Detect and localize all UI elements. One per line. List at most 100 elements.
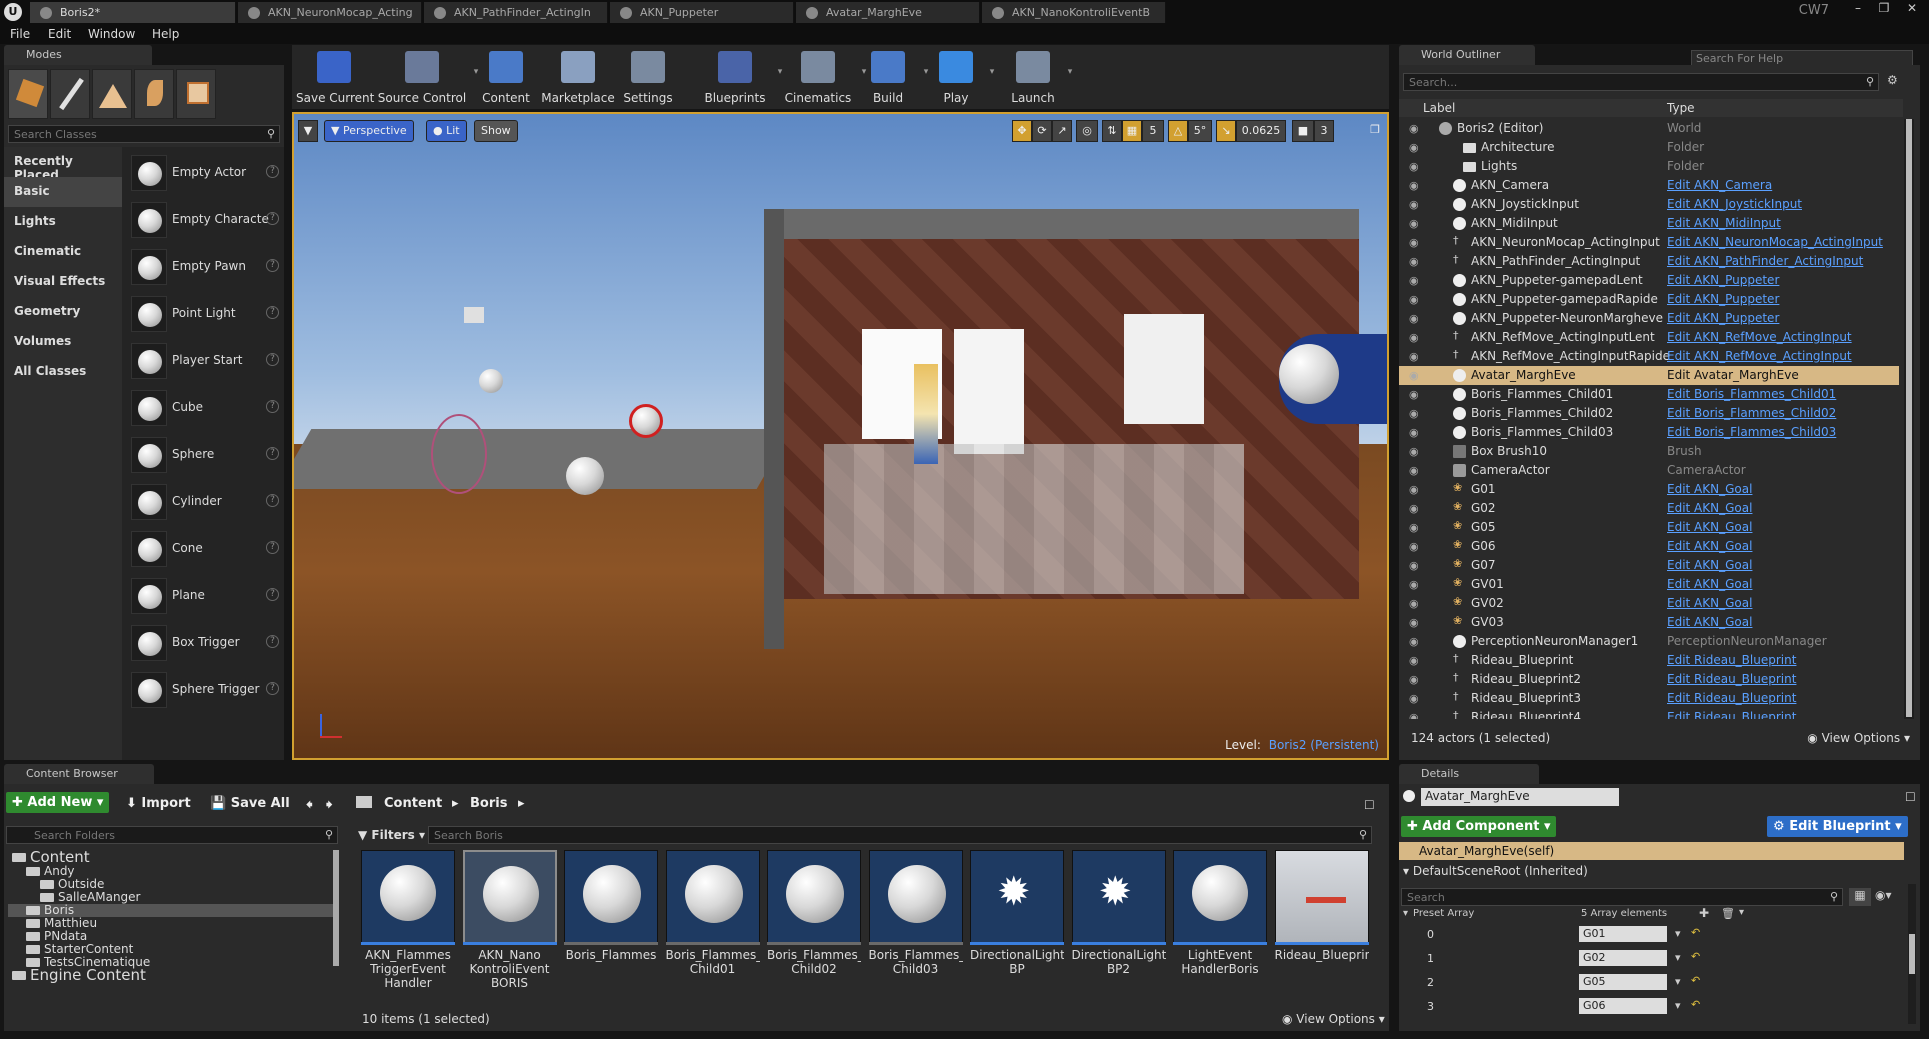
placeable-item[interactable]: Empty Characte? xyxy=(130,200,286,240)
asset-tile[interactable]: Boris_Flammes_ Child02 xyxy=(767,850,861,1002)
visibility-eye-icon[interactable]: ◉ xyxy=(1409,578,1425,591)
chevron-down-icon[interactable]: ▾ xyxy=(1675,927,1681,940)
outliner-row-type[interactable]: Edit Rideau_Blueprint xyxy=(1667,672,1796,686)
details-scroll-thumb[interactable] xyxy=(1909,934,1915,974)
scale-snap-icon[interactable]: ↘ xyxy=(1216,120,1236,142)
placeable-item[interactable]: Empty Actor? xyxy=(130,153,286,193)
toolbar-button-marketplace[interactable]: Marketplace xyxy=(540,49,616,105)
outliner-row[interactable]: ◉ ❀ GV03 Edit AKN_Goal xyxy=(1399,613,1899,632)
chevron-down-icon[interactable]: ▾ xyxy=(1064,67,1076,79)
lock-icon[interactable]: ☐ xyxy=(1364,798,1375,812)
outliner-row[interactable]: ◉ † AKN_PathFinder_ActingInput Edit AKN_Pat… xyxy=(1399,252,1899,271)
chevron-down-icon[interactable]: ▾ xyxy=(1675,951,1681,964)
back-arrow-icon[interactable]: 🠸 xyxy=(306,796,313,818)
folder-tree-scrollbar[interactable] xyxy=(333,850,339,966)
outliner-row[interactable]: ◉ AKN_Camera Edit AKN_Camera xyxy=(1399,176,1899,195)
outliner-row-type[interactable]: Edit AKN_RefMove_ActingInput xyxy=(1667,330,1852,344)
outliner-row[interactable]: ◉ † AKN_NeuronMocap_ActingInput Edit AKN_Ne… xyxy=(1399,233,1899,252)
outliner-scroll-thumb[interactable] xyxy=(1906,119,1912,717)
help-icon[interactable]: ? xyxy=(266,165,279,178)
class-category[interactable]: All Classes xyxy=(4,357,122,387)
visibility-eye-icon[interactable]: ◉ xyxy=(1409,692,1425,705)
search-classes-input[interactable]: Search Classes ⚲ xyxy=(8,125,280,143)
menu-file[interactable]: File xyxy=(10,27,30,41)
outliner-row[interactable]: ◉ † AKN_RefMove_ActingInputLent Edit AKN_Re… xyxy=(1399,328,1899,347)
reset-arrow-icon[interactable]: ↶ xyxy=(1691,950,1700,963)
sphere-actor-selected[interactable] xyxy=(629,404,663,438)
rotation-snap-icon[interactable]: △ xyxy=(1168,120,1188,142)
visibility-eye-icon[interactable]: ◉ xyxy=(1409,179,1425,192)
outliner-row-type[interactable]: Edit AKN_Goal xyxy=(1667,577,1752,591)
asset-tile[interactable]: ✹ DirectionalLight_ BP2 xyxy=(1071,850,1166,1002)
outliner-row[interactable]: ◉ PerceptionNeuronManager1 PerceptionNeuro… xyxy=(1399,632,1899,651)
help-icon[interactable]: ? xyxy=(266,212,279,225)
placeable-item[interactable]: Sphere? xyxy=(130,435,286,475)
outliner-row[interactable]: ◉ Architecture Folder xyxy=(1399,138,1899,157)
placeable-item[interactable]: Sphere Trigger? xyxy=(130,670,286,710)
menu-help[interactable]: Help xyxy=(152,27,179,41)
grid-snap-icon[interactable]: ▦ xyxy=(1122,120,1142,142)
rotation-snap-value[interactable]: 5° xyxy=(1188,120,1212,142)
chevron-down-icon[interactable]: ▾ xyxy=(1675,975,1681,988)
outliner-row[interactable]: ◉ ❀ GV02 Edit AKN_Goal xyxy=(1399,594,1899,613)
class-category[interactable]: Recently Placed xyxy=(4,147,122,182)
outliner-row-type[interactable]: Edit AKN_Puppeter xyxy=(1667,273,1779,287)
visibility-eye-icon[interactable]: ◉ xyxy=(1409,255,1425,268)
outliner-row[interactable]: ◉ † Rideau_Blueprint2 Edit Rideau_Blueprint xyxy=(1399,670,1899,689)
preset-element-input[interactable]: G06 xyxy=(1579,998,1667,1014)
visibility-eye-icon[interactable]: ◉ xyxy=(1409,426,1425,439)
visibility-eye-icon[interactable]: ◉ xyxy=(1409,312,1425,325)
chevron-down-icon[interactable]: ▾ xyxy=(986,67,998,79)
breadcrumb-content[interactable]: Content xyxy=(384,796,442,811)
outliner-row[interactable]: ◉ Boris2 (Editor) World xyxy=(1399,119,1899,138)
visibility-eye-icon[interactable]: ◉ xyxy=(1409,540,1425,553)
add-element-icon[interactable]: ✚ xyxy=(1699,906,1709,920)
outliner-row-type[interactable]: Edit AKN_Goal xyxy=(1667,520,1752,534)
outliner-row-type[interactable]: Edit AKN_Goal xyxy=(1667,558,1752,572)
filters-button[interactable]: ▼ Filters ▾ xyxy=(358,828,425,842)
outliner-row-type[interactable]: Edit AKN_NeuronMocap_ActingInput xyxy=(1667,235,1883,249)
grid-snap-value[interactable]: 5 xyxy=(1142,120,1164,142)
type-column-header[interactable]: Type xyxy=(1667,101,1695,115)
add-new-button[interactable]: ✚ Add New ▾ xyxy=(6,792,110,813)
outliner-row-type[interactable]: Edit AKN_RefMove_ActingInput xyxy=(1667,349,1852,363)
lit-button[interactable]: ● Lit xyxy=(426,120,467,142)
toolbar-button-play[interactable]: Play xyxy=(928,49,984,105)
maximize-viewport-icon[interactable]: ❐ xyxy=(1366,120,1384,142)
label-column-header[interactable]: Label xyxy=(1423,101,1455,115)
visibility-eye-icon[interactable]: ◉ xyxy=(1409,274,1425,287)
reset-arrow-icon[interactable]: ↶ xyxy=(1691,926,1700,939)
scale-snap-value[interactable]: 0.0625 xyxy=(1236,120,1286,142)
foliage-mode-button[interactable] xyxy=(134,69,174,119)
visibility-eye-icon[interactable]: ◉ xyxy=(1409,350,1425,363)
close-icon[interactable]: ✕ xyxy=(1899,0,1925,18)
asset-tile[interactable]: LightEvent HandlerBoris xyxy=(1173,850,1267,1002)
visibility-eye-icon[interactable]: ◉ xyxy=(1409,236,1425,249)
menu-window[interactable]: Window xyxy=(88,27,135,41)
property-matrix-icon[interactable]: ▦ xyxy=(1849,888,1871,906)
document-tab[interactable]: Avatar_MarghEve xyxy=(796,2,980,23)
visibility-eye-icon[interactable]: ◉ xyxy=(1409,559,1425,572)
light-sphere[interactable] xyxy=(479,369,503,393)
breadcrumb-boris[interactable]: Boris xyxy=(470,796,507,811)
document-tab[interactable]: AKN_PathFinder_ActingIn xyxy=(424,2,608,23)
outliner-row-type[interactable]: Edit Rideau_Blueprint xyxy=(1667,653,1796,667)
placeable-item[interactable]: Player Start? xyxy=(130,341,286,381)
forward-arrow-icon[interactable]: 🠺 xyxy=(326,796,333,818)
delete-all-icon[interactable]: 🗑 xyxy=(1721,907,1735,920)
outliner-row[interactable]: ◉ AKN_MidiInput Edit AKN_MidiInput xyxy=(1399,214,1899,233)
world-local-icon[interactable]: ◎ xyxy=(1076,120,1098,142)
asset-tile[interactable]: Boris_Flammes_ Child03 xyxy=(868,850,963,1002)
visibility-eye-icon[interactable]: ◉ xyxy=(1409,388,1425,401)
document-tab[interactable]: AKN_NanoKontroliEventB xyxy=(982,2,1166,23)
outliner-row[interactable]: ◉ † Rideau_Blueprint Edit Rideau_Blueprint xyxy=(1399,651,1899,670)
visibility-eye-icon[interactable]: ◉▾ xyxy=(1875,888,1892,902)
toolbar-button-source-control[interactable]: Source Control xyxy=(376,49,468,105)
placeable-item[interactable]: Cone? xyxy=(130,529,286,569)
reset-arrow-icon[interactable]: ↶ xyxy=(1691,998,1700,1011)
outliner-row[interactable]: ◉ Boris_Flammes_Child03 Edit Boris_Flammes… xyxy=(1399,423,1899,442)
outliner-row-type[interactable]: Edit AKN_PathFinder_ActingInput xyxy=(1667,254,1863,268)
visibility-eye-icon[interactable]: ◉ xyxy=(1409,502,1425,515)
help-icon[interactable]: ? xyxy=(266,682,279,695)
surface-snap-icon[interactable]: ⇅ xyxy=(1102,120,1122,142)
